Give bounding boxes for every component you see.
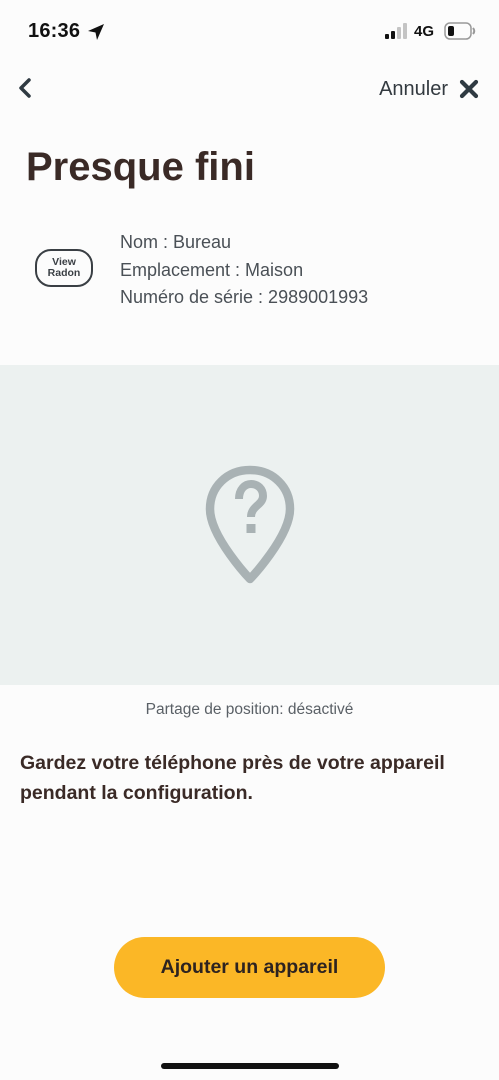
location-sharing-status: Partage de position: désactivé <box>145 701 354 718</box>
status-bar: 16:36 4G <box>0 0 499 62</box>
network-type: 4G <box>414 23 435 40</box>
close-icon <box>459 79 479 99</box>
home-indicator[interactable] <box>161 1063 339 1069</box>
device-logo-line2: Radon <box>47 267 81 279</box>
device-name: Nom : Bureau <box>120 232 232 252</box>
cellular-signal-icon <box>385 23 407 39</box>
device-serial: Numéro de série : 2989001993 <box>120 287 369 307</box>
map-placeholder <box>0 365 499 685</box>
instruction-text: Gardez votre téléphone près de votre app… <box>20 752 445 804</box>
back-button[interactable] <box>10 73 40 103</box>
battery-icon <box>444 22 476 40</box>
device-logo: View Radon <box>35 249 93 287</box>
cancel-label: Annuler <box>379 77 448 100</box>
add-device-button[interactable]: Ajouter un appareil <box>114 937 385 998</box>
cancel-button[interactable]: Annuler <box>379 74 479 104</box>
chevron-left-icon <box>19 78 31 98</box>
device-info: Nom : Bureau Emplacement : Maison Numéro… <box>120 229 368 312</box>
device-location: Emplacement : Maison <box>120 259 304 280</box>
location-arrow-icon <box>88 24 104 40</box>
status-time: 16:36 <box>28 20 81 42</box>
location-unknown-pin-icon <box>205 465 295 584</box>
page-title: Presque fini <box>26 145 255 189</box>
